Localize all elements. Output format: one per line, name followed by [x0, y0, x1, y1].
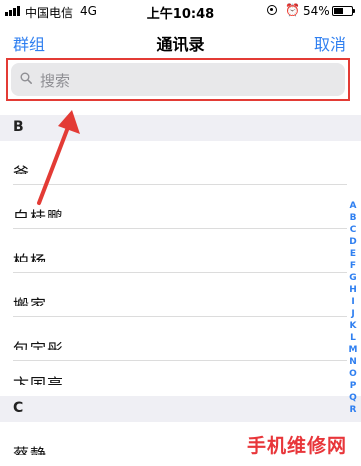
search-icon [20, 72, 32, 84]
annotation-arrow-icon [37, 110, 80, 205]
cancel-button[interactable]: 取消 [314, 31, 346, 55]
index-letter[interactable]: I [346, 296, 360, 308]
battery-fill [334, 8, 344, 14]
index-letter[interactable]: P [346, 380, 360, 392]
contact-name: 包宇彤 [13, 341, 64, 350]
index-letter[interactable]: D [346, 236, 360, 248]
index-letter[interactable]: L [346, 332, 360, 344]
list-item[interactable]: 搬家 [0, 273, 347, 317]
orientation-lock-icon [267, 5, 277, 15]
contact-name: 柏杨 [13, 253, 47, 262]
section-letter: C [13, 400, 24, 416]
watermark: 手机维修网 [247, 435, 348, 457]
index-letter[interactable]: H [346, 284, 360, 296]
search-placeholder: 搜索 [40, 72, 71, 90]
contact-name: 搬家 [13, 297, 47, 306]
index-letter[interactable]: B [346, 212, 360, 224]
navigation-bar: 群组 通讯录 取消 [0, 22, 361, 62]
index-letter[interactable]: J [346, 308, 360, 320]
battery-icon [332, 6, 355, 16]
alarm-icon: ⏰ [285, 3, 300, 17]
index-letter[interactable]: F [346, 260, 360, 272]
index-letter[interactable]: G [346, 272, 360, 284]
section-header-c: C [0, 396, 361, 422]
list-item[interactable]: 柏杨 [0, 229, 347, 273]
status-bar: 中国电信 4G 上午10:48 ⏰ 54% [0, 0, 361, 22]
battery-percent: 54% [303, 4, 330, 18]
alphabet-index[interactable]: ABCDEFGHIJKLMNOPQR [346, 200, 360, 416]
contact-name: 白桂鹏 [13, 209, 64, 218]
index-letter[interactable]: A [346, 200, 360, 212]
contact-name: 蔡静 [13, 446, 47, 455]
index-letter[interactable]: M [346, 344, 360, 356]
page-title: 通讯录 [156, 35, 205, 54]
index-letter[interactable]: C [346, 224, 360, 236]
section-letter: B [13, 119, 24, 135]
contact-name: 卞国亮 [13, 376, 64, 385]
index-letter[interactable]: K [346, 320, 360, 332]
search-input[interactable]: 搜索 [11, 63, 345, 96]
index-letter[interactable]: O [346, 368, 360, 380]
search-highlight-box: 搜索 [6, 58, 350, 101]
index-letter[interactable]: E [346, 248, 360, 260]
index-letter[interactable]: N [346, 356, 360, 368]
contact-name: 爸 [13, 165, 30, 174]
index-letter[interactable]: R [346, 404, 360, 416]
index-letter[interactable]: Q [346, 392, 360, 404]
list-item[interactable]: 卞国亮 [0, 352, 347, 396]
